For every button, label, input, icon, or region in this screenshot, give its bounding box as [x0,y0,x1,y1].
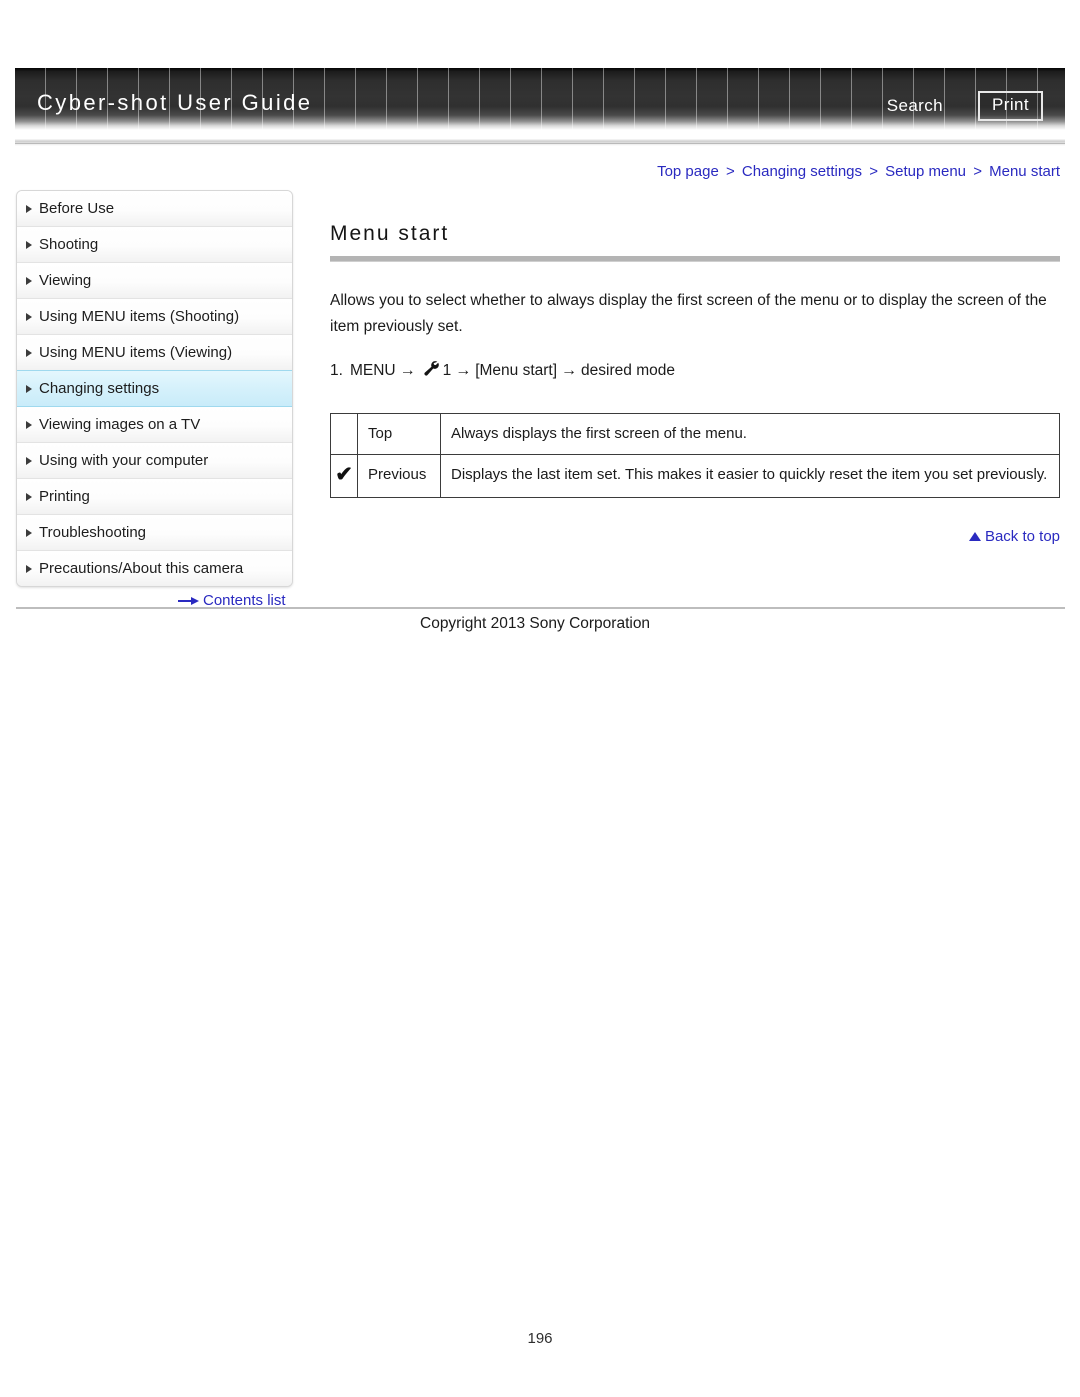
options-table: Top Always displays the first screen of … [330,413,1060,498]
sidebar-item-label: Shooting [39,236,99,253]
site-header: Cyber-shot User Guide Search Print [15,68,1065,130]
sidebar-item-changing-settings[interactable]: Changing settings [17,370,292,407]
breadcrumb-separator: > [973,163,982,180]
triangle-bullet-icon [26,348,32,357]
table-row: ✔ Previous Displays the last item set. T… [330,454,1060,498]
sidebar-item-label: Using MENU items (Viewing) [39,344,233,361]
sidebar-item-printing[interactable]: Printing [17,479,292,515]
arrow-right-icon [178,596,200,606]
triangle-bullet-icon [26,384,32,393]
sidebar-item-label: Printing [39,488,90,505]
arrow-glyph: → [455,362,472,379]
brand-title: Cyber-shot User Guide [37,90,313,115]
wrench-icon [422,359,441,387]
breadcrumb-item-menu-start: Menu start [989,163,1060,180]
intro-paragraph: Allows you to select whether to always d… [330,292,1047,335]
sidebar-item-label: Before Use [39,200,115,217]
sidebar-item-precautions-about-this-camera[interactable]: Precautions/About this camera [17,551,292,586]
breadcrumb-item-top-page[interactable]: Top page [657,163,719,180]
selected-indicator-cell: ✔ [330,454,358,498]
breadcrumb: Top page > Changing settings > Setup men… [657,163,1060,180]
footer-divider [16,607,1065,609]
sidebar-item-using-with-your-computer[interactable]: Using with your computer [17,443,292,479]
triangle-bullet-icon [26,420,32,429]
step-result: desired mode [581,362,675,379]
breadcrumb-separator: > [869,163,878,180]
check-icon: ✔ [335,463,353,486]
sidebar-item-shooting[interactable]: Shooting [17,227,292,263]
sidebar-item-viewing[interactable]: Viewing [17,263,292,299]
setup-page-number: 1 [442,362,452,379]
option-label: Top [357,413,441,455]
sidebar-item-label: Viewing [39,272,92,289]
sidebar-item-label: Precautions/About this camera [39,560,244,577]
sidebar-item-label: Viewing images on a TV [39,416,201,433]
header-divider [15,143,1065,144]
triangle-bullet-icon [26,492,32,501]
triangle-bullet-icon [26,276,32,285]
title-divider [330,256,1060,262]
step-bracket-item: [Menu start] [475,362,558,379]
table-row: Top Always displays the first screen of … [330,413,1060,455]
copyright-text: Copyright 2013 Sony Corporation [420,615,651,632]
sidebar-item-label: Using with your computer [39,452,209,469]
sidebar-item-label: Using MENU items (Shooting) [39,308,240,325]
breadcrumb-separator: > [725,163,735,180]
triangle-up-icon [968,532,981,541]
sidebar-item-label: Troubleshooting [39,524,147,541]
step-number: 1. [330,362,343,379]
selected-indicator-cell [330,413,358,455]
arrow-glyph: → [399,362,416,379]
option-description: Always displays the first screen of the … [440,413,1060,455]
breadcrumb-item-changing-settings[interactable]: Changing settings [742,163,862,180]
page-number: 196 [527,1330,553,1347]
sidebar-navigation: Before Use Shooting Viewing Using MENU i… [16,190,293,587]
sidebar-item-troubleshooting[interactable]: Troubleshooting [17,515,292,551]
arrow-glyph: → [561,362,578,379]
page-title: Menu start [330,222,450,245]
print-button[interactable]: Print [978,91,1043,121]
sidebar-item-viewing-images-on-a-tv[interactable]: Viewing images on a TV [17,407,292,443]
triangle-bullet-icon [26,564,32,573]
triangle-bullet-icon [26,240,32,249]
sidebar-item-using-menu-items-viewing[interactable]: Using MENU items (Viewing) [17,335,292,371]
sidebar-item-using-menu-items-shooting[interactable]: Using MENU items (Shooting) [17,299,292,335]
search-button[interactable]: Search [887,96,943,116]
option-label: Previous [357,454,441,498]
breadcrumb-item-setup-menu[interactable]: Setup menu [885,163,966,180]
sidebar-item-label: Changing settings [39,380,160,397]
step-menu-label: MENU [349,362,396,379]
triangle-bullet-icon [26,204,32,213]
back-to-top-link[interactable]: Back to top [968,528,1060,545]
main-content: Menu start Allows you to select whether … [330,222,1060,498]
triangle-bullet-icon [26,528,32,537]
back-to-top-label: Back to top [984,528,1060,545]
triangle-bullet-icon [26,312,32,321]
option-description: Displays the last item set. This makes i… [440,454,1060,498]
step-instruction: 1. MENU → 1 → [Menu start] → desired mode [330,358,1060,387]
sidebar-item-before-use[interactable]: Before Use [17,191,292,227]
triangle-bullet-icon [26,456,32,465]
